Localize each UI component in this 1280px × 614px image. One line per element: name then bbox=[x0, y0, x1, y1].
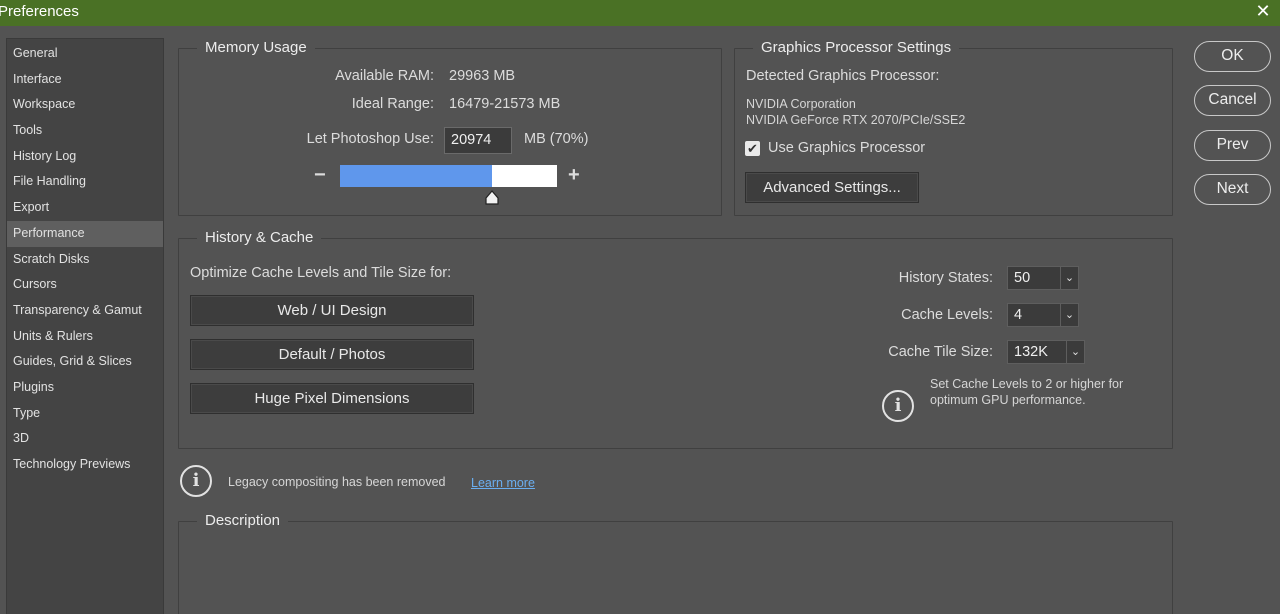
photoshop-use-suffix: MB (70%) bbox=[524, 131, 589, 147]
history-states-value: 50 bbox=[1014, 270, 1031, 286]
optimize-label: Optimize Cache Levels and Tile Size for: bbox=[190, 265, 452, 281]
gpu-vendor: NVIDIA Corporation bbox=[746, 97, 856, 111]
photoshop-use-input[interactable]: 20974 bbox=[444, 127, 512, 154]
memory-usage-legend: Memory Usage bbox=[197, 39, 315, 56]
history-cache-legend: History & Cache bbox=[197, 229, 322, 246]
history-states-select[interactable]: 50 ⌄ bbox=[1007, 266, 1079, 290]
sidebar-item-export[interactable]: Export bbox=[7, 195, 163, 221]
title-bar: Preferences ✕ bbox=[0, 0, 1280, 26]
chevron-down-icon[interactable]: ⌄ bbox=[1060, 267, 1078, 289]
prev-button[interactable]: Prev bbox=[1194, 130, 1271, 161]
ideal-range-value: 16479-21573 MB bbox=[449, 96, 561, 112]
sidebar-item-scratch-disks[interactable]: Scratch Disks bbox=[7, 247, 163, 273]
sidebar-item-units-rulers[interactable]: Units & Rulers bbox=[7, 324, 163, 350]
history-states-label: History States: bbox=[898, 270, 993, 286]
sidebar-item-3d[interactable]: 3D bbox=[7, 426, 163, 452]
sidebar-item-workspace[interactable]: Workspace bbox=[7, 92, 163, 118]
graphics-processor-legend: Graphics Processor Settings bbox=[753, 39, 960, 56]
cancel-button[interactable]: Cancel bbox=[1194, 85, 1271, 116]
cache-hint-line1: Set Cache Levels to 2 or higher for bbox=[930, 377, 1124, 391]
cache-levels-select[interactable]: 4 ⌄ bbox=[1007, 303, 1079, 327]
ideal-range-label: Ideal Range: bbox=[351, 96, 434, 112]
preset-huge-pixel-button[interactable]: Huge Pixel Dimensions bbox=[190, 383, 474, 414]
cache-hint-line2: optimum GPU performance. bbox=[930, 393, 1086, 407]
use-gpu-checkbox[interactable]: ✔ bbox=[745, 141, 760, 156]
cache-tile-size-value: 132K bbox=[1014, 344, 1048, 360]
memory-slider-thumb[interactable] bbox=[485, 190, 499, 206]
cache-levels-value: 4 bbox=[1014, 307, 1023, 323]
close-icon[interactable]: ✕ bbox=[1254, 0, 1272, 22]
sidebar-item-cursors[interactable]: Cursors bbox=[7, 272, 163, 298]
info-icon: i bbox=[180, 465, 212, 497]
preset-web-ui-button[interactable]: Web / UI Design bbox=[190, 295, 474, 326]
cache-tile-size-select[interactable]: 132K ⌄ bbox=[1007, 340, 1085, 364]
photoshop-use-label: Let Photoshop Use: bbox=[306, 131, 434, 147]
sidebar-item-type[interactable]: Type bbox=[7, 401, 163, 427]
cache-levels-label: Cache Levels: bbox=[901, 307, 993, 323]
sidebar-item-plugins[interactable]: Plugins bbox=[7, 375, 163, 401]
sidebar-item-technology-previews[interactable]: Technology Previews bbox=[7, 452, 163, 478]
chevron-down-icon[interactable]: ⌄ bbox=[1066, 341, 1084, 363]
next-button[interactable]: Next bbox=[1194, 174, 1271, 205]
window-title: Preferences bbox=[0, 3, 79, 20]
memory-increase-icon[interactable]: + bbox=[568, 164, 580, 187]
sidebar-item-file-handling[interactable]: File Handling bbox=[7, 169, 163, 195]
memory-slider[interactable] bbox=[340, 165, 557, 187]
sidebar-item-tools[interactable]: Tools bbox=[7, 118, 163, 144]
sidebar-item-transparency-gamut[interactable]: Transparency & Gamut bbox=[7, 298, 163, 324]
preferences-sidebar: General Interface Workspace Tools History Lo… bbox=[6, 38, 164, 614]
ok-button[interactable]: OK bbox=[1194, 41, 1271, 72]
available-ram-label: Available RAM: bbox=[335, 68, 434, 84]
available-ram-value: 29963 MB bbox=[449, 68, 516, 84]
legacy-compositing-message: Legacy compositing has been removed bbox=[228, 475, 446, 489]
sidebar-item-general[interactable]: General bbox=[7, 41, 163, 67]
advanced-settings-button[interactable]: Advanced Settings... bbox=[745, 172, 919, 203]
detected-gpu-label: Detected Graphics Processor: bbox=[746, 68, 940, 84]
memory-decrease-icon[interactable]: − bbox=[314, 164, 326, 187]
preset-default-photos-button[interactable]: Default / Photos bbox=[190, 339, 474, 370]
sidebar-item-interface[interactable]: Interface bbox=[7, 67, 163, 93]
description-legend: Description bbox=[197, 512, 289, 529]
info-icon: i bbox=[882, 390, 914, 422]
sidebar-item-guides-grid-slices[interactable]: Guides, Grid & Slices bbox=[7, 349, 163, 375]
description-group: Description bbox=[178, 512, 1173, 614]
chevron-down-icon[interactable]: ⌄ bbox=[1060, 304, 1078, 326]
sidebar-item-performance[interactable]: Performance bbox=[7, 220, 163, 247]
use-gpu-label: Use Graphics Processor bbox=[768, 140, 926, 156]
gpu-model: NVIDIA GeForce RTX 2070/PCIe/SSE2 bbox=[746, 113, 966, 127]
learn-more-link[interactable]: Learn more bbox=[471, 476, 535, 490]
sidebar-item-history-log[interactable]: History Log bbox=[7, 144, 163, 170]
cache-tile-size-label: Cache Tile Size: bbox=[888, 344, 993, 360]
memory-slider-fill bbox=[340, 165, 492, 187]
